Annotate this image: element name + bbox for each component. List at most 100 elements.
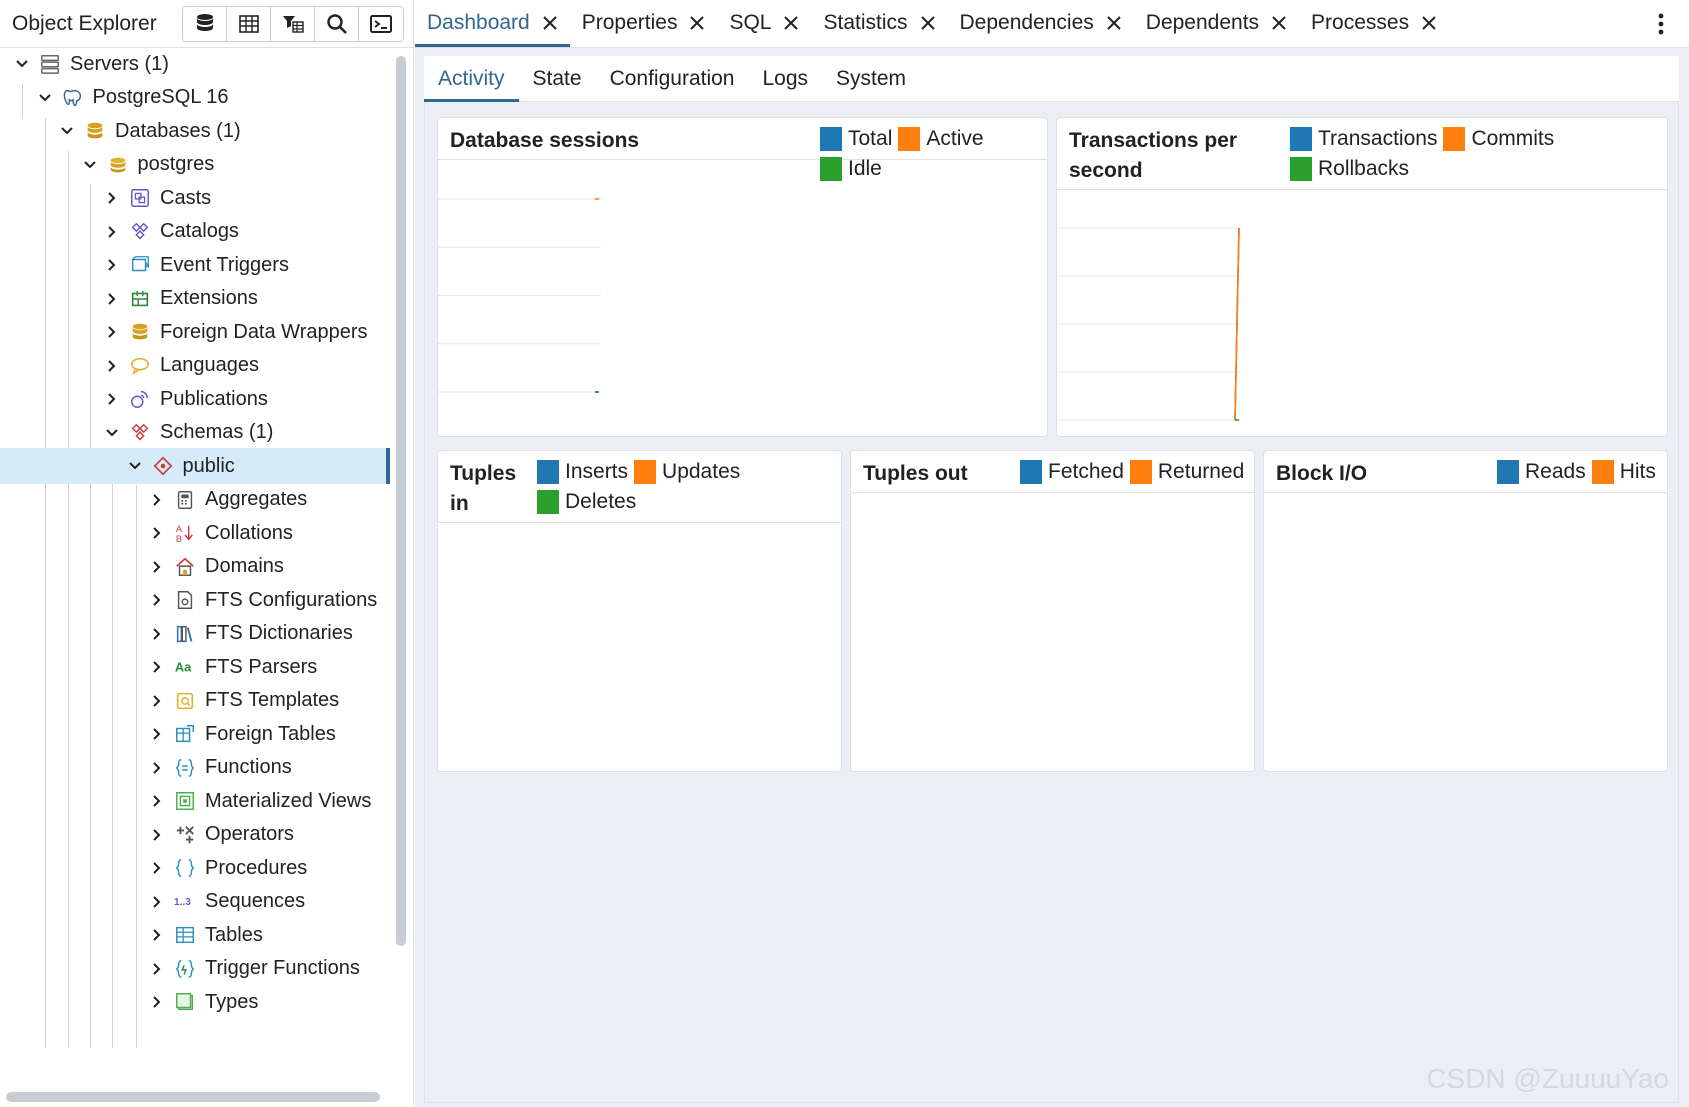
tree-node-fts-templates[interactable]: FTS Templates	[0, 683, 390, 719]
materialized-views-icon	[173, 789, 197, 813]
tab-label: Dashboard	[427, 11, 530, 34]
chart-card-tps: Transactions per second Transactions Commi…	[1056, 117, 1668, 437]
tab-sql[interactable]: SQL	[717, 0, 811, 47]
chevron-right-icon[interactable]	[147, 490, 167, 510]
tree-node-extensions[interactable]: Extensions	[0, 281, 390, 317]
tab-dashboard[interactable]: Dashboard	[415, 0, 570, 47]
tree-node-fts-dictionaries[interactable]: FTS Dictionaries	[0, 616, 390, 652]
tree-node-servers-1[interactable]: Servers (1)	[0, 48, 390, 82]
tree-node-trigger-functions[interactable]: Trigger Functions	[0, 951, 390, 987]
chevron-right-icon[interactable]	[147, 691, 167, 711]
tree-node-public[interactable]: public	[0, 448, 390, 484]
tab-dependencies[interactable]: Dependencies	[948, 0, 1134, 47]
tab-label: Properties	[581, 11, 678, 34]
tree-node-types[interactable]: Types	[0, 984, 390, 1020]
subtab-state[interactable]: State	[519, 56, 596, 102]
chevron-right-icon[interactable]	[102, 389, 122, 409]
tab-processes[interactable]: Processes	[1299, 0, 1449, 47]
tree-node-functions[interactable]: Functions	[0, 750, 390, 786]
filtered-rows-button[interactable]	[271, 6, 315, 41]
chevron-down-icon[interactable]	[35, 88, 55, 108]
tree-horizontal-scrollbar[interactable]	[6, 1092, 380, 1102]
psql-tool-button[interactable]	[359, 6, 403, 41]
tree-node-label: Foreign Data Wrappers	[160, 320, 368, 343]
chart-plot: 10.750.50.250	[438, 198, 601, 393]
chevron-right-icon[interactable]	[147, 724, 167, 744]
chevron-right-icon[interactable]	[147, 557, 167, 577]
chevron-right-icon[interactable]	[147, 858, 167, 878]
tree-node-procedures[interactable]: Procedures	[0, 850, 390, 886]
foreign-tables-icon	[173, 722, 197, 746]
tree-node-label: PostgreSQL 16	[92, 86, 229, 108]
chevron-right-icon[interactable]	[147, 758, 167, 778]
chevron-down-icon[interactable]	[80, 155, 100, 175]
search-objects-button[interactable]	[315, 6, 359, 41]
chevron-right-icon[interactable]	[147, 791, 167, 811]
subtab-logs[interactable]: Logs	[748, 56, 822, 102]
tree-node-materialized-views[interactable]: Materialized Views	[0, 783, 390, 819]
tree-node-foreign-data-wrappers[interactable]: Foreign Data Wrappers	[0, 314, 390, 350]
chevron-right-icon[interactable]	[147, 657, 167, 677]
tree-node-postgres[interactable]: postgres	[0, 147, 390, 183]
more-options-icon[interactable]	[1657, 12, 1665, 36]
chevron-right-icon[interactable]	[147, 523, 167, 543]
tree-node-postgresql-16[interactable]: PostgreSQL 16	[0, 80, 390, 116]
tree-node-collations[interactable]: A B Collations	[0, 515, 390, 551]
chevron-right-icon[interactable]	[102, 289, 122, 309]
tree-node-label: Domains	[205, 555, 284, 577]
close-icon[interactable]	[920, 15, 936, 31]
close-icon[interactable]	[689, 15, 705, 31]
tree-node-casts[interactable]: Casts	[0, 180, 390, 216]
chevron-right-icon[interactable]	[147, 992, 167, 1012]
tab-statistics[interactable]: Statistics	[811, 0, 947, 47]
query-tool-button[interactable]	[183, 6, 227, 41]
close-icon[interactable]	[1271, 15, 1287, 31]
tree-node-event-triggers[interactable]: Event Triggers	[0, 247, 390, 283]
tree-node-sequences[interactable]: 1..3 Sequences	[0, 884, 390, 920]
fts-configurations-icon	[173, 588, 197, 612]
tree-node-operators[interactable]: Operators	[0, 817, 390, 853]
chevron-right-icon[interactable]	[102, 356, 122, 376]
tab-properties[interactable]: Properties	[570, 0, 718, 47]
tree-vertical-scrollbar[interactable]	[396, 56, 406, 946]
subtab-activity[interactable]: Activity	[424, 56, 519, 102]
tree-node-label: FTS Parsers	[205, 655, 318, 678]
view-data-button[interactable]	[227, 6, 271, 41]
tree-node-aggregates[interactable]: Aggregates	[0, 482, 390, 518]
tree-node-publications[interactable]: Publications	[0, 381, 390, 417]
chevron-right-icon[interactable]	[102, 188, 122, 208]
subtab-system[interactable]: System	[822, 56, 920, 102]
tree-node-databases-1[interactable]: Databases (1)	[0, 113, 390, 149]
chevron-right-icon[interactable]	[102, 222, 122, 242]
chevron-right-icon[interactable]	[147, 892, 167, 912]
domains-icon	[173, 555, 197, 579]
close-icon[interactable]	[1106, 15, 1122, 31]
tree-node-languages[interactable]: Languages	[0, 348, 390, 384]
close-icon[interactable]	[1421, 15, 1437, 31]
chevron-down-icon[interactable]	[57, 121, 77, 141]
chevron-right-icon[interactable]	[147, 925, 167, 945]
chevron-down-icon[interactable]	[125, 456, 145, 476]
tree-node-schemas-1[interactable]: Schemas (1)	[0, 415, 390, 451]
chevron-right-icon[interactable]	[102, 255, 122, 275]
chevron-right-icon[interactable]	[102, 322, 122, 342]
tree-node-catalogs[interactable]: Catalogs	[0, 214, 390, 250]
tree-node-tables[interactable]: Tables	[0, 917, 390, 953]
chevron-down-icon[interactable]	[102, 423, 122, 443]
tree-node-fts-configurations[interactable]: FTS Configurations	[0, 582, 390, 618]
svg-text:A: A	[176, 524, 183, 534]
chevron-right-icon[interactable]	[147, 825, 167, 845]
chevron-right-icon[interactable]	[147, 959, 167, 979]
close-icon[interactable]	[783, 15, 799, 31]
close-icon[interactable]	[542, 15, 558, 31]
subtab-configuration[interactable]: Configuration	[596, 56, 749, 102]
tree-node-domains[interactable]: Domains	[0, 549, 390, 585]
chevron-down-icon[interactable]	[12, 54, 32, 74]
tree-node-label: Languages	[160, 354, 259, 376]
tree-node-foreign-tables[interactable]: Foreign Tables	[0, 716, 390, 752]
tree-node-fts-parsers[interactable]: Aa FTS Parsers	[0, 649, 390, 685]
chevron-right-icon[interactable]	[147, 624, 167, 644]
tab-dependents[interactable]: Dependents	[1134, 0, 1299, 47]
tab-label: Statistics	[823, 11, 908, 34]
chevron-right-icon[interactable]	[147, 590, 167, 610]
